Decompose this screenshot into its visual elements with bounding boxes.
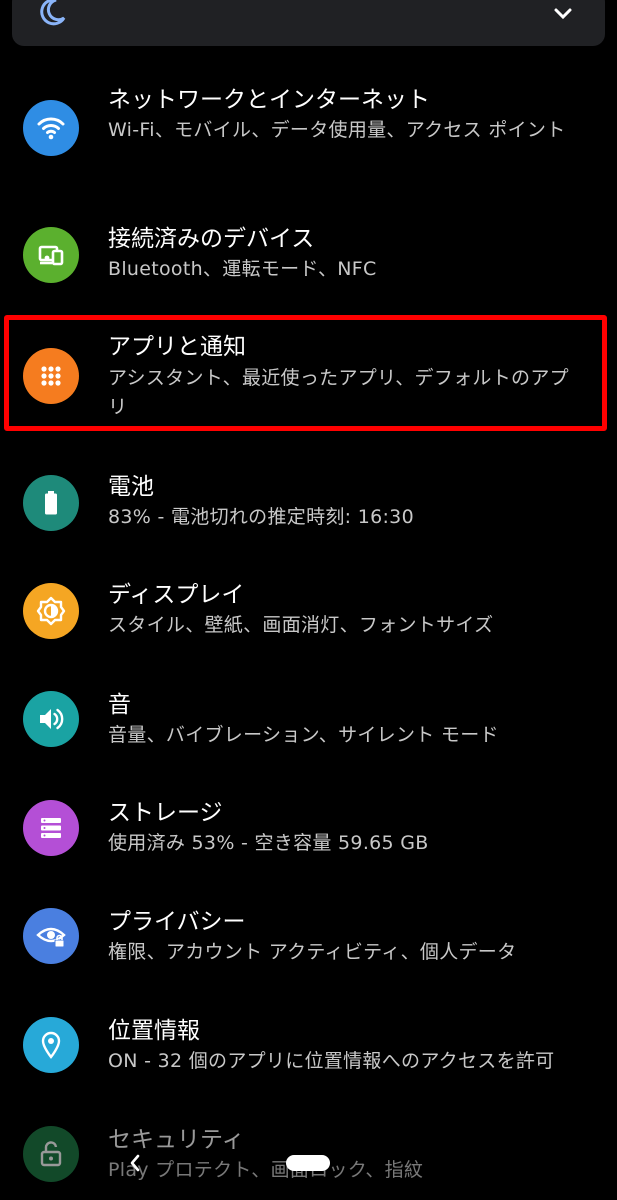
storage-icon — [23, 800, 79, 856]
settings-item-sound[interactable]: 音 音量、バイブレーション、サイレント モード — [0, 688, 617, 758]
settings-item-subtitle: ON - 32 個のアプリに位置情報へのアクセスを許可 — [108, 1050, 555, 1072]
settings-item-subtitle: 権限、アカウント アクティビティ、個人データ — [108, 941, 517, 963]
settings-item-title: 位置情報 — [108, 1018, 200, 1044]
settings-item-subtitle: スタイル、壁紙、画面消灯、フォントサイズ — [108, 614, 494, 636]
settings-item-title: ディスプレイ — [108, 582, 245, 608]
settings-item-title: 接続済みのデバイス — [108, 226, 315, 252]
nav-back-icon[interactable] — [126, 1152, 144, 1174]
lock-open-icon — [23, 1126, 79, 1182]
settings-item-battery[interactable]: 電池 83% - 電池切れの推定時刻: 16:30 — [0, 470, 617, 540]
settings-item-subtitle: Wi-Fi、モバイル、データ使用量、アクセス ポイント — [108, 119, 566, 141]
settings-item-network[interactable]: ネットワークとインターネット Wi-Fi、モバイル、データ使用量、アクセス ポイ… — [0, 80, 617, 190]
privacy-eye-icon — [23, 908, 79, 964]
brightness-icon — [23, 583, 79, 639]
volume-icon — [23, 691, 79, 747]
settings-item-location[interactable]: 位置情報 ON - 32 個のアプリに位置情報へのアクセスを許可 — [0, 1014, 617, 1084]
settings-item-title: ストレージ — [108, 800, 223, 826]
settings-item-subtitle: 83% - 電池切れの推定時刻: 16:30 — [108, 506, 414, 528]
settings-item-title: ネットワークとインターネット — [108, 87, 430, 113]
settings-item-subtitle: Play プロテクト、画面ロック、指紋 — [108, 1159, 424, 1181]
wifi-icon — [23, 100, 79, 156]
location-pin-icon — [23, 1017, 79, 1073]
settings-item-storage[interactable]: ストレージ 使用済み 53% - 空き容量 59.65 GB — [0, 796, 617, 866]
settings-item-title: プライバシー — [108, 909, 246, 935]
devices-icon — [23, 227, 79, 283]
settings-item-display[interactable]: ディスプレイ スタイル、壁紙、画面消灯、フォントサイズ — [0, 578, 617, 648]
settings-item-privacy[interactable]: プライバシー 権限、アカウント アクティビティ、個人データ — [0, 905, 617, 975]
settings-item-title: 音 — [108, 692, 131, 718]
settings-item-subtitle: 音量、バイブレーション、サイレント モード — [108, 724, 499, 746]
settings-list: ネットワークとインターネット Wi-Fi、モバイル、データ使用量、アクセス ポイ… — [0, 0, 617, 1200]
settings-item-connected-devices[interactable]: 接続済みのデバイス Bluetooth、運転モード、NFC — [0, 222, 617, 292]
settings-item-subtitle: Bluetooth、運転モード、NFC — [108, 258, 377, 280]
settings-item-title: セキュリティ — [108, 1127, 245, 1153]
highlight-annotation-box — [4, 315, 607, 431]
battery-icon — [23, 475, 79, 531]
nav-home-pill[interactable] — [286, 1155, 330, 1171]
settings-item-title: 電池 — [108, 474, 154, 500]
settings-item-subtitle: 使用済み 53% - 空き容量 59.65 GB — [108, 832, 429, 854]
